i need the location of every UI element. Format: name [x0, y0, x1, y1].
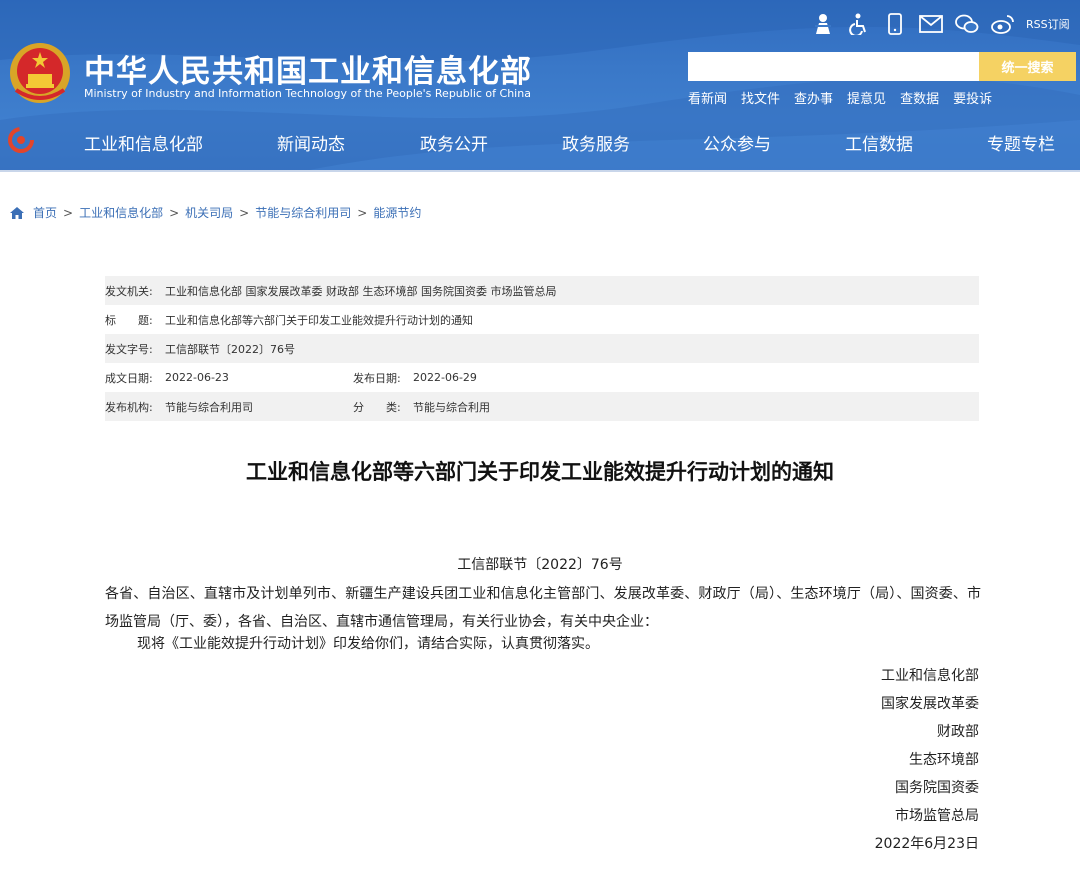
nav-item-gov-service[interactable]: 政务服务: [562, 130, 630, 155]
mail-icon[interactable]: [918, 11, 944, 37]
breadcrumb-departments[interactable]: 机关司局: [185, 204, 233, 221]
quick-links: 看新闻 找文件 查办事 提意见 查数据 要投诉: [688, 88, 1006, 107]
meta-value: 2022-06-23: [165, 371, 229, 384]
ministry-logo-icon[interactable]: [8, 127, 34, 153]
breadcrumb-separator: >: [239, 205, 250, 220]
nav-item-topics[interactable]: 专题专栏: [987, 130, 1055, 155]
breadcrumb-energy-saving[interactable]: 能源节约: [373, 204, 421, 221]
wechat-icon[interactable]: [954, 11, 980, 37]
signer: 生态环境部: [909, 752, 979, 768]
meta-row-agency: 发布机构: 节能与综合利用司 分 类: 节能与综合利用: [105, 392, 979, 421]
home-icon[interactable]: [9, 206, 25, 220]
meta-row-docno: 发文字号: 工信部联节〔2022〕76号: [105, 334, 979, 363]
national-emblem-icon[interactable]: [8, 40, 72, 106]
quick-link-files[interactable]: 找文件: [741, 88, 780, 107]
rss-link[interactable]: RSS订阅: [1026, 16, 1070, 32]
accessibility-icon[interactable]: [846, 11, 872, 37]
meta-value: 2022-06-29: [413, 371, 477, 384]
meta-value: 节能与综合利用: [413, 400, 490, 414]
nav-item-news[interactable]: 新闻动态: [277, 130, 345, 155]
article-recipients: 各省、自治区、直辖市及计划单列市、新疆生产建设兵团工业和信息化主管部门、发展改革…: [105, 586, 981, 630]
meta-row-dates: 成文日期: 2022-06-23 发布日期: 2022-06-29: [105, 363, 979, 392]
meta-row-title: 标 题: 工业和信息化部等六部门关于印发工业能效提升行动计划的通知: [105, 305, 979, 334]
breadcrumb-ministry[interactable]: 工业和信息化部: [79, 204, 163, 221]
site-title-en: Ministry of Industry and Information Tec…: [84, 87, 531, 100]
meta-label: 发布日期:: [353, 371, 401, 385]
search-button[interactable]: 统一搜索: [979, 52, 1076, 81]
article-signers: 工业和信息化部 国家发展改革委 财政部 生态环境部 国务院国资委 市场监管总局 …: [875, 662, 979, 858]
nav-item-ministry[interactable]: 工业和信息化部: [84, 130, 203, 155]
quick-link-feedback[interactable]: 提意见: [847, 88, 886, 107]
signer: 市场监管总局: [895, 808, 979, 824]
breadcrumb-energy-dept[interactable]: 节能与综合利用司: [255, 204, 351, 221]
signer: 国家发展改革委: [881, 696, 979, 712]
meta-value: 节能与综合利用司: [165, 400, 253, 414]
breadcrumb-separator: >: [169, 205, 180, 220]
mobile-icon[interactable]: [882, 11, 908, 37]
signer: 财政部: [937, 724, 979, 740]
meta-label: 发布机构:: [105, 400, 153, 414]
rss-label: RSS订阅: [1026, 18, 1070, 31]
nav-item-gov-open[interactable]: 政务公开: [420, 130, 488, 155]
quick-link-news[interactable]: 看新闻: [688, 88, 727, 107]
article-title: 工业和信息化部等六部门关于印发工业能效提升行动计划的通知: [246, 460, 834, 484]
document-meta-table: 发文机关: 工业和信息化部 国家发展改革委 财政部 生态环境部 国务院国资委 市…: [105, 276, 979, 421]
meta-label: 发文字号:: [105, 342, 153, 356]
meta-row-issuer: 发文机关: 工业和信息化部 国家发展改革委 财政部 生态环境部 国务院国资委 市…: [105, 276, 979, 305]
weibo-icon[interactable]: [990, 11, 1016, 37]
breadcrumb: 首页 > 工业和信息化部 > 机关司局 > 节能与综合利用司 > 能源节约: [9, 204, 421, 221]
main-nav: 工业和信息化部 新闻动态 政务公开 政务服务 公众参与 工信数据 专题专栏: [0, 118, 1080, 166]
breadcrumb-separator: >: [357, 205, 368, 220]
quick-link-services[interactable]: 查办事: [794, 88, 833, 107]
site-header: 中华人民共和国工业和信息化部 Ministry of Industry and …: [0, 0, 1080, 172]
nav-item-participation[interactable]: 公众参与: [703, 130, 771, 155]
meta-value: 工信部联节〔2022〕76号: [165, 342, 295, 356]
article-body: 现将《工业能效提升行动计划》印发给你们，请结合实际，认真贯彻落实。: [137, 636, 599, 652]
search-input[interactable]: [688, 52, 979, 81]
meta-value: 工业和信息化部 国家发展改革委 财政部 生态环境部 国务院国资委 市场监管总局: [165, 284, 557, 298]
top-icon-bar: RSS订阅: [810, 10, 1070, 38]
signer: 国务院国资委: [895, 780, 979, 796]
meta-value: 工业和信息化部等六部门关于印发工业能效提升行动计划的通知: [165, 313, 473, 327]
quick-link-complaint[interactable]: 要投诉: [953, 88, 992, 107]
breadcrumb-home[interactable]: 首页: [33, 204, 57, 221]
meta-label: 分 类:: [353, 400, 401, 414]
nav-item-data[interactable]: 工信数据: [845, 130, 913, 155]
meta-label: 标 题:: [105, 313, 153, 327]
meta-label: 成文日期:: [105, 371, 153, 385]
quick-link-data[interactable]: 查数据: [900, 88, 939, 107]
meta-label: 发文机关:: [105, 284, 153, 298]
site-title-cn[interactable]: 中华人民共和国工业和信息化部: [84, 46, 532, 91]
signer: 工业和信息化部: [881, 668, 979, 684]
header-divider: [0, 170, 1080, 172]
breadcrumb-separator: >: [63, 205, 74, 220]
article-doc-number: 工信部联节〔2022〕76号: [457, 557, 623, 573]
signing-date: 2022年6月23日: [874, 836, 979, 852]
elder-mode-icon[interactable]: [810, 11, 836, 37]
